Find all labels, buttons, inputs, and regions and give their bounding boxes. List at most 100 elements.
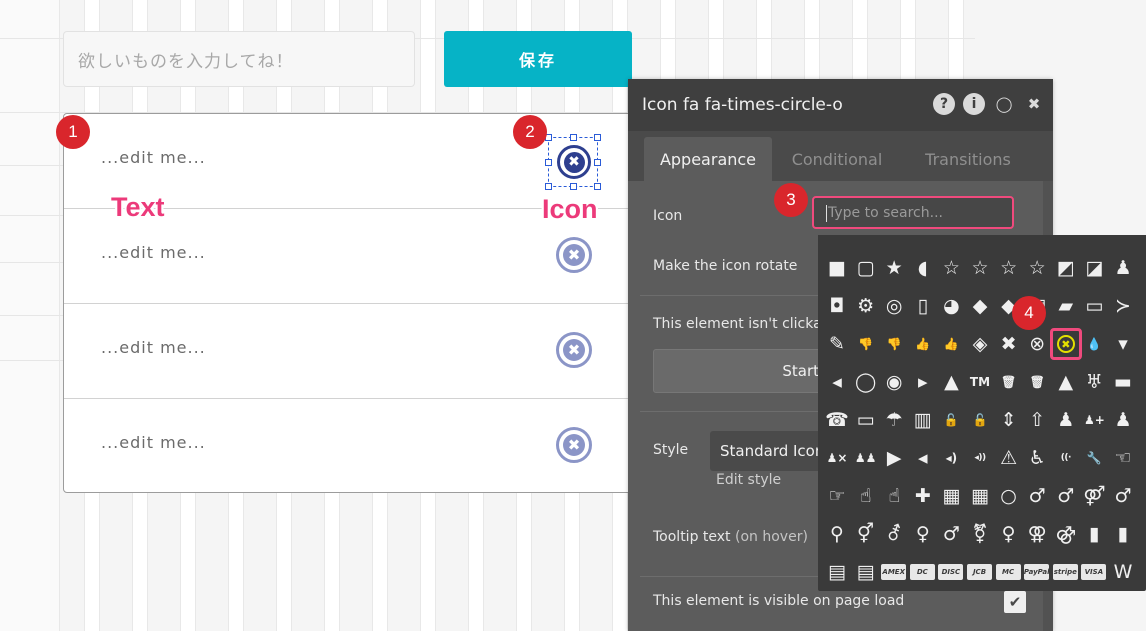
- picker-icon[interactable]: ◕: [938, 293, 964, 319]
- picker-icon[interactable]: ◆: [967, 293, 993, 319]
- picker-icon[interactable]: ☆: [967, 255, 993, 281]
- picker-icon[interactable]: 🗑: [1024, 369, 1050, 395]
- repeating-group[interactable]: ...edit me... ✖ ...edit me... ✖ ...edit …: [63, 113, 663, 493]
- picker-icon[interactable]: ⚠: [996, 445, 1022, 471]
- picker-icon-times-circle-selected[interactable]: ✖: [1049, 328, 1082, 360]
- icon-picker-grid[interactable]: ■▢★◖☆☆☆☆◩◪♟◘⚙◎▯◕◆◆▤▰▭≻✎👎👎👍👍◈✖⊗✖💧▾◂◯◉▸▲TM…: [818, 235, 1146, 591]
- resize-handle[interactable]: [594, 134, 601, 141]
- picker-icon[interactable]: 👎: [853, 331, 879, 357]
- picker-icon[interactable]: ◂: [910, 445, 936, 471]
- picker-icon[interactable]: ▲: [1053, 369, 1079, 395]
- picker-icon[interactable]: ♂: [1110, 483, 1136, 509]
- tab-appearance[interactable]: Appearance: [644, 137, 772, 181]
- picker-icon[interactable]: ✎: [824, 331, 850, 357]
- picker-icon[interactable]: ○: [996, 483, 1022, 509]
- picker-icon[interactable]: ♀: [996, 521, 1022, 547]
- picker-icon[interactable]: ◂): [938, 445, 964, 471]
- selected-icon-element[interactable]: ✖: [545, 134, 601, 190]
- tab-conditional[interactable]: Conditional: [778, 137, 896, 181]
- picker-icon[interactable]: ▤: [853, 559, 879, 585]
- picker-icon[interactable]: DC: [909, 564, 935, 580]
- picker-icon[interactable]: ▦: [967, 483, 993, 509]
- tab-transitions[interactable]: Transitions: [910, 137, 1026, 181]
- picker-icon[interactable]: ◂)): [967, 445, 993, 471]
- picker-icon[interactable]: ◉: [881, 369, 907, 395]
- picker-icon[interactable]: 👍: [938, 331, 964, 357]
- picker-icon[interactable]: ▲: [938, 369, 964, 395]
- picker-icon[interactable]: ◈: [967, 331, 993, 357]
- picker-icon[interactable]: ▮: [1081, 521, 1107, 547]
- list-item-text[interactable]: ...edit me...: [101, 243, 206, 262]
- picker-icon[interactable]: ⊗: [1024, 331, 1050, 357]
- picker-icon[interactable]: ⚲: [824, 521, 850, 547]
- times-circle-icon[interactable]: ✖: [557, 145, 591, 179]
- picker-icon[interactable]: ▤: [824, 559, 850, 585]
- list-item-text[interactable]: ...edit me...: [101, 338, 206, 357]
- picker-icon[interactable]: ≻: [1110, 293, 1136, 319]
- picker-icon[interactable]: ▦: [938, 483, 964, 509]
- question-icon[interactable]: ?: [933, 93, 955, 115]
- picker-icon[interactable]: ★: [881, 255, 907, 281]
- list-item[interactable]: ...edit me... ✖: [64, 304, 662, 399]
- picker-icon[interactable]: 👎: [881, 331, 907, 357]
- resize-handle[interactable]: [545, 183, 552, 190]
- picker-icon[interactable]: ((·: [1053, 445, 1079, 471]
- icon-search-input[interactable]: Type to search...: [812, 196, 1014, 229]
- picker-icon[interactable]: W: [1110, 559, 1136, 585]
- picker-icon[interactable]: ⚦: [881, 521, 907, 547]
- picker-icon[interactable]: ◎: [881, 293, 907, 319]
- picker-icon[interactable]: ■: [824, 255, 850, 281]
- picker-icon[interactable]: ♂: [1024, 483, 1050, 509]
- picker-icon[interactable]: ☆: [938, 255, 964, 281]
- picker-icon[interactable]: TM: [967, 369, 993, 395]
- picker-icon[interactable]: 🗑: [996, 369, 1022, 395]
- picker-icon[interactable]: ♂: [1053, 483, 1079, 509]
- picker-icon[interactable]: 🔧: [1081, 445, 1107, 471]
- edit-style-link[interactable]: Edit style: [716, 472, 781, 488]
- picker-icon[interactable]: 🔓: [938, 407, 964, 433]
- picker-icon[interactable]: ⚤: [1081, 483, 1107, 509]
- wish-input[interactable]: 欲しいものを入力してね！: [63, 31, 415, 87]
- panel-header[interactable]: Icon fa fa-times-circle-o ? i ◯ ✖: [628, 79, 1053, 131]
- list-item-text[interactable]: ...edit me...: [101, 433, 206, 452]
- picker-icon[interactable]: ▭: [853, 407, 879, 433]
- picker-icon[interactable]: JCB: [967, 564, 992, 580]
- picker-icon[interactable]: MC: [995, 564, 1021, 580]
- close-icon[interactable]: ✖: [1023, 93, 1045, 115]
- picker-icon[interactable]: ☎: [824, 407, 850, 433]
- resize-handle[interactable]: [570, 134, 577, 141]
- picker-icon[interactable]: 👍: [910, 331, 936, 357]
- style-dropdown[interactable]: Standard Icon: [710, 431, 830, 471]
- picker-icon[interactable]: ⚢: [1024, 521, 1050, 547]
- picker-icon[interactable]: ✚: [910, 483, 936, 509]
- picker-icon[interactable]: ☆: [996, 255, 1022, 281]
- picker-icon[interactable]: 🔓: [967, 407, 993, 433]
- picker-icon[interactable]: ⚣: [1053, 521, 1079, 547]
- visible-on-load-checkbox[interactable]: ✔: [1004, 591, 1026, 613]
- times-circle-icon[interactable]: ✖: [556, 332, 592, 368]
- picker-icon[interactable]: ⇧: [1024, 407, 1050, 433]
- save-button[interactable]: 保存: [444, 31, 632, 87]
- picker-icon[interactable]: ▯: [910, 293, 936, 319]
- picker-icon[interactable]: ▾: [1110, 331, 1136, 357]
- resize-handle[interactable]: [594, 183, 601, 190]
- picker-icon[interactable]: ◪: [1081, 255, 1107, 281]
- times-circle-icon[interactable]: ✖: [556, 427, 592, 463]
- picker-icon[interactable]: ◩: [1053, 255, 1079, 281]
- picker-icon[interactable]: ▶: [881, 445, 907, 471]
- picker-icon[interactable]: ▰: [1053, 293, 1079, 319]
- picker-icon[interactable]: ♂: [938, 521, 964, 547]
- picker-icon[interactable]: ⚥: [853, 521, 879, 547]
- picker-icon[interactable]: ▥: [910, 407, 936, 433]
- picker-icon[interactable]: ♟: [1053, 407, 1079, 433]
- picker-icon[interactable]: ▮: [1110, 521, 1136, 547]
- picker-icon[interactable]: ☜: [1110, 445, 1136, 471]
- picker-icon[interactable]: ☝: [853, 483, 879, 509]
- picker-icon[interactable]: ◂: [824, 369, 850, 395]
- picker-icon[interactable]: ▬: [1110, 369, 1136, 395]
- picker-icon[interactable]: ♟♟: [853, 445, 879, 471]
- picker-icon[interactable]: ♿: [1024, 445, 1050, 471]
- info-icon[interactable]: i: [963, 93, 985, 115]
- picker-icon[interactable]: ♟: [1110, 255, 1136, 281]
- picker-icon[interactable]: ♟: [1110, 407, 1136, 433]
